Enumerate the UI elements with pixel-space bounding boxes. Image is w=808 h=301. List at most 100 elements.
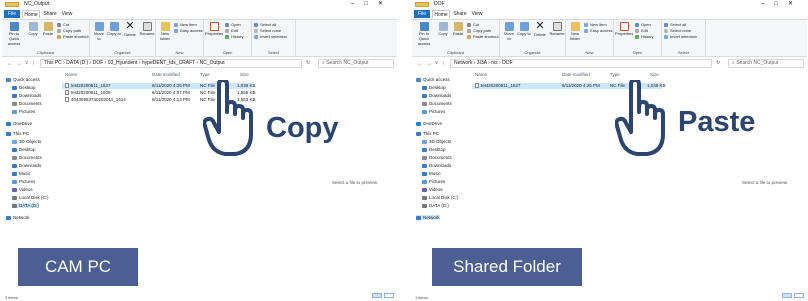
navigation-arrows-icon[interactable]: ←→˅↑: [7, 61, 38, 67]
paste-shortcut-button[interactable]: Paste shortcut: [467, 34, 499, 39]
nav-videos[interactable]: Videos: [422, 187, 443, 192]
open-button[interactable]: Open: [635, 22, 651, 27]
nav-this-pc[interactable]: This PC: [416, 131, 439, 136]
history-button[interactable]: History: [225, 34, 243, 39]
nav-desktop[interactable]: Desktop: [12, 85, 36, 90]
copy-path-button[interactable]: Copy path: [57, 28, 81, 33]
open-button[interactable]: Open: [225, 22, 241, 27]
tab-file[interactable]: File: [4, 10, 20, 18]
close-button[interactable]: ✕: [788, 1, 803, 7]
tab-file[interactable]: File: [414, 10, 430, 18]
nav-onedrive[interactable]: OneDrive: [6, 121, 32, 126]
select-all-button[interactable]: Select all: [254, 22, 276, 27]
invert-selection-button[interactable]: Invert selection: [664, 34, 697, 39]
nav-pictures[interactable]: Pictures: [12, 109, 35, 114]
search-input[interactable]: ⌕ Search NC_Output: [728, 59, 804, 68]
refresh-icon[interactable]: ↻: [306, 60, 310, 66]
column-size[interactable]: Size: [650, 72, 659, 77]
nav-pictures-pc[interactable]: Pictures: [12, 179, 35, 184]
history-button[interactable]: History: [635, 34, 653, 39]
properties-button[interactable]: Properties: [205, 22, 223, 36]
close-button[interactable]: ✕: [378, 1, 393, 7]
column-type[interactable]: Type: [200, 72, 210, 77]
nav-documents-pc[interactable]: Documents: [12, 155, 42, 160]
nav-videos[interactable]: Videos: [12, 187, 33, 192]
select-all-button[interactable]: Select all: [664, 22, 686, 27]
search-input[interactable]: ⌕ Search NC_Output: [318, 59, 394, 68]
nav-downloads[interactable]: Downloads: [12, 93, 41, 98]
large-icons-view-icon[interactable]: [384, 293, 394, 298]
new-item-button[interactable]: New item: [584, 22, 607, 27]
easy-access-button[interactable]: Easy access: [584, 28, 612, 33]
quick-access-toolbar-icon[interactable]: [5, 2, 19, 7]
new-folder-button[interactable]: New folder: [568, 22, 582, 41]
column-name[interactable]: Name: [65, 72, 77, 77]
copy-button[interactable]: Copy: [436, 22, 450, 36]
nav-desktop[interactable]: Desktop: [422, 85, 446, 90]
nav-local-disk-c[interactable]: Local Disk (C:): [12, 195, 49, 200]
copy-path-button[interactable]: Copy path: [467, 28, 491, 33]
column-date-modified[interactable]: Date modified: [562, 72, 590, 77]
move-to-button[interactable]: Move to: [92, 22, 106, 41]
tab-view[interactable]: View: [60, 10, 74, 18]
column-name[interactable]: Name: [475, 72, 487, 77]
nav-desktop-pc[interactable]: Desktop: [422, 147, 446, 152]
new-item-button[interactable]: New item: [174, 22, 197, 27]
nav-quick-access[interactable]: Quick access: [6, 77, 40, 82]
nav-3d-objects[interactable]: 3D Objects: [12, 139, 41, 144]
nav-music[interactable]: Music: [12, 171, 31, 176]
tab-share[interactable]: Share: [452, 10, 468, 18]
nav-3d-objects[interactable]: 3D Objects: [422, 139, 451, 144]
pin-quick-access-button[interactable]: Pin to Quick access: [414, 22, 434, 46]
move-to-button[interactable]: Move to: [502, 22, 516, 41]
easy-access-button[interactable]: Easy access: [174, 28, 202, 33]
refresh-icon[interactable]: ↻: [716, 60, 720, 66]
rename-button[interactable]: Rename: [139, 22, 155, 36]
nav-pictures[interactable]: Pictures: [422, 109, 445, 114]
nav-network[interactable]: Network: [6, 215, 30, 220]
cut-button[interactable]: Cut: [467, 22, 479, 27]
cut-button[interactable]: Cut: [57, 22, 69, 27]
tab-home[interactable]: Home: [22, 10, 40, 18]
quick-access-toolbar-icon[interactable]: [415, 2, 429, 7]
details-view-icon[interactable]: [782, 293, 792, 298]
nav-this-pc[interactable]: This PC: [6, 131, 29, 136]
delete-icon[interactable]: ✕: [122, 21, 138, 32]
minimize-button[interactable]: –: [761, 1, 774, 7]
address-bar[interactable]: This PC › DATA (D:) › DOF › 03_Hyundent …: [40, 59, 302, 68]
nav-music[interactable]: Music: [422, 171, 441, 176]
copy-button[interactable]: Copy: [26, 22, 40, 36]
nav-quick-access[interactable]: Quick access: [416, 77, 450, 82]
maximize-button[interactable]: □: [774, 1, 788, 7]
copy-to-button[interactable]: Copy to: [517, 22, 531, 36]
nav-documents[interactable]: Documents: [422, 101, 452, 106]
tab-view[interactable]: View: [470, 10, 484, 18]
nav-downloads-pc[interactable]: Downloads: [12, 163, 41, 168]
nav-data-d[interactable]: DATA (D:): [422, 203, 449, 208]
new-folder-button[interactable]: New folder: [158, 22, 172, 41]
nav-documents-pc[interactable]: Documents: [422, 155, 452, 160]
invert-selection-button[interactable]: Invert selection: [254, 34, 287, 39]
column-size[interactable]: Size: [240, 72, 249, 77]
minimize-button[interactable]: –: [351, 1, 364, 7]
tab-home[interactable]: Home: [432, 10, 450, 18]
maximize-button[interactable]: □: [364, 1, 378, 7]
delete-icon[interactable]: ✕: [532, 21, 548, 32]
edit-button[interactable]: Edit: [635, 28, 648, 33]
paste-button[interactable]: Paste: [451, 22, 465, 36]
paste-button[interactable]: Paste: [41, 22, 55, 36]
paste-shortcut-button[interactable]: Paste shortcut: [57, 34, 89, 39]
details-view-icon[interactable]: [372, 293, 382, 298]
copy-to-button[interactable]: Copy to: [107, 22, 121, 36]
nav-onedrive[interactable]: OneDrive: [416, 121, 442, 126]
nav-documents[interactable]: Documents: [12, 101, 42, 106]
column-date-modified[interactable]: Date modified: [152, 72, 180, 77]
address-bar[interactable]: Network › 3I3A › nis › DOF: [450, 59, 712, 68]
properties-button[interactable]: Properties: [615, 22, 633, 36]
nav-local-disk-c[interactable]: Local Disk (C:): [422, 195, 459, 200]
select-none-button[interactable]: Select none: [254, 28, 281, 33]
select-none-button[interactable]: Select none: [664, 28, 691, 33]
nav-downloads-pc[interactable]: Downloads: [422, 163, 451, 168]
rename-button[interactable]: Rename: [549, 22, 565, 36]
navigation-arrows-icon[interactable]: ←→˅↑: [417, 61, 448, 67]
